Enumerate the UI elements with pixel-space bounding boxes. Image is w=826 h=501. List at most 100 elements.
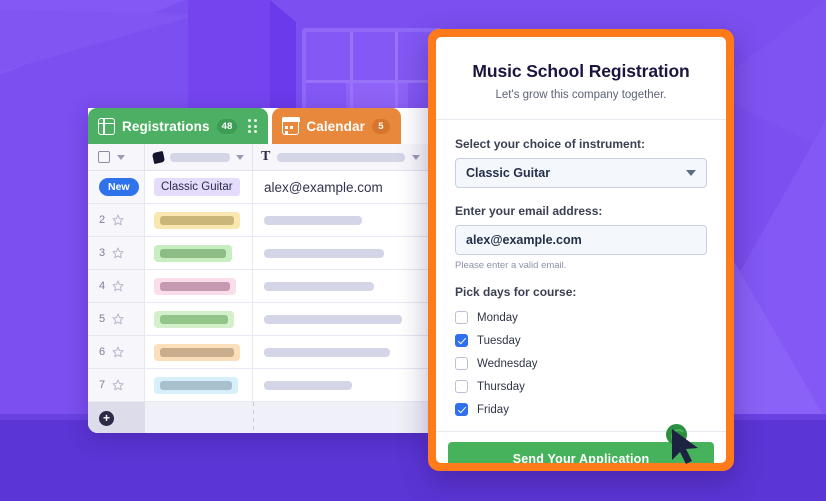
add-row-rest [145, 402, 428, 433]
tag-placeholder [154, 310, 234, 328]
row-text-cell[interactable] [253, 270, 428, 302]
registrations-table-panel: T New Classic Guitar alex@example.com 2 … [88, 108, 428, 433]
table-row[interactable]: 3 [88, 237, 428, 270]
checkbox-friday[interactable] [455, 403, 468, 416]
row-text-cell[interactable] [253, 303, 428, 335]
checkbox-thursday[interactable] [455, 380, 468, 393]
instrument-label: Select your choice of instrument: [455, 137, 646, 151]
add-row[interactable]: + [88, 402, 428, 433]
plus-icon[interactable]: + [99, 410, 114, 426]
row-tag-cell[interactable] [145, 237, 253, 269]
column-header-placeholder [170, 152, 230, 162]
tag-chip: Classic Guitar [154, 178, 240, 196]
checkbox-label: Monday [477, 311, 518, 324]
checkbox-monday[interactable] [455, 311, 468, 324]
row-number: 4 [99, 280, 106, 292]
email-helper-text: Please enter a valid email. [455, 260, 567, 271]
status-badge: New [99, 178, 139, 196]
chevron-down-icon[interactable] [412, 154, 420, 160]
row-number: 2 [99, 214, 106, 226]
table-row[interactable]: 2 [88, 204, 428, 237]
table-row[interactable]: 6 [88, 336, 428, 369]
page-title: Music School Registration [472, 61, 690, 81]
tab-badge-count: 48 [216, 118, 238, 134]
row-text-cell[interactable]: alex@example.com [253, 171, 428, 203]
chevron-down-icon[interactable] [236, 154, 244, 160]
checkbox-label: Tuesday [477, 334, 521, 347]
email-field-value: alex@example.com [466, 233, 582, 247]
checkbox-row-tuesday[interactable]: Tuesday [455, 329, 707, 352]
row-number: 6 [99, 346, 106, 358]
table-row[interactable]: New Classic Guitar alex@example.com [88, 171, 428, 204]
column-header-text[interactable]: T [253, 144, 428, 170]
row-number: 3 [99, 247, 106, 259]
row-tag-cell[interactable]: Classic Guitar [145, 171, 253, 203]
checkbox-label: Thursday [477, 380, 525, 393]
instrument-select[interactable]: Classic Guitar [455, 158, 707, 188]
star-icon[interactable] [112, 247, 124, 259]
checkbox-tuesday[interactable] [455, 334, 468, 347]
row-index-cell[interactable]: New [88, 171, 145, 203]
checkbox-icon[interactable] [98, 151, 110, 163]
row-index-cell[interactable]: 5 [88, 303, 145, 335]
checkbox-row-wednesday[interactable]: Wednesday [455, 352, 707, 375]
text-icon: T [261, 149, 271, 164]
star-icon[interactable] [112, 346, 124, 358]
row-tag-cell[interactable] [145, 204, 253, 236]
column-header-select[interactable] [88, 144, 145, 170]
row-tag-cell[interactable] [145, 303, 253, 335]
table-row[interactable]: 5 [88, 303, 428, 336]
email-field[interactable]: alex@example.com [455, 225, 707, 255]
screenshot-stage: T New Classic Guitar alex@example.com 2 … [0, 0, 826, 501]
table-body: T New Classic Guitar alex@example.com 2 … [88, 144, 428, 433]
row-text-cell[interactable] [253, 237, 428, 269]
text-placeholder [264, 380, 352, 390]
row-index-cell[interactable]: 3 [88, 237, 145, 269]
checkbox-row-monday[interactable]: Monday [455, 306, 707, 329]
table-row[interactable]: 7 [88, 369, 428, 402]
table-tabs: Registrations 48 Calendar 5 [88, 108, 428, 144]
grid-icon [98, 117, 115, 135]
row-text-cell[interactable] [253, 204, 428, 236]
star-icon[interactable] [112, 379, 124, 391]
text-placeholder [264, 347, 390, 357]
row-index-cell[interactable]: 4 [88, 270, 145, 302]
column-header-placeholder [277, 152, 405, 162]
drag-handle-icon[interactable] [247, 118, 257, 134]
text-placeholder [264, 248, 384, 258]
calendar-icon [281, 116, 301, 135]
row-tag-cell[interactable] [145, 369, 253, 401]
row-index-cell[interactable]: 2 [88, 204, 145, 236]
column-header-tag[interactable] [145, 144, 253, 170]
row-text-cell[interactable] [253, 369, 428, 401]
table-row[interactable]: 4 [88, 270, 428, 303]
row-tag-cell[interactable] [145, 336, 253, 368]
tab-registrations[interactable]: Registrations 48 [88, 108, 269, 144]
modal-body: Select your choice of instrument: Classi… [436, 120, 726, 431]
chevron-down-icon[interactable] [117, 154, 125, 160]
row-index-cell[interactable]: 7 [88, 369, 145, 401]
tab-calendar[interactable]: Calendar 5 [272, 108, 401, 144]
checkbox-label: Wednesday [477, 357, 538, 370]
email-label: Enter your email address: [455, 204, 603, 218]
send-application-button[interactable]: Send Your Application [448, 442, 714, 463]
row-text-cell[interactable] [253, 336, 428, 368]
add-row-index[interactable]: + [88, 402, 145, 433]
row-index-cell[interactable]: 6 [88, 336, 145, 368]
modal-footer: Send Your Application [436, 431, 726, 463]
text-placeholder [264, 314, 402, 324]
row-tag-cell[interactable] [145, 270, 253, 302]
row-number: 5 [99, 313, 106, 325]
star-icon[interactable] [112, 313, 124, 325]
checkbox-row-friday[interactable]: Friday [455, 398, 707, 421]
checkbox-row-thursday[interactable]: Thursday [455, 375, 707, 398]
modal-subtitle: Let's grow this company together. [495, 89, 667, 101]
star-icon[interactable] [112, 280, 124, 292]
star-icon[interactable] [112, 214, 124, 226]
bg-window-transom [306, 80, 438, 83]
tab-label: Calendar [306, 118, 365, 134]
checkbox-wednesday[interactable] [455, 357, 468, 370]
tag-placeholder [154, 244, 232, 262]
email-value: alex@example.com [264, 179, 383, 195]
chevron-down-icon[interactable] [686, 170, 696, 176]
